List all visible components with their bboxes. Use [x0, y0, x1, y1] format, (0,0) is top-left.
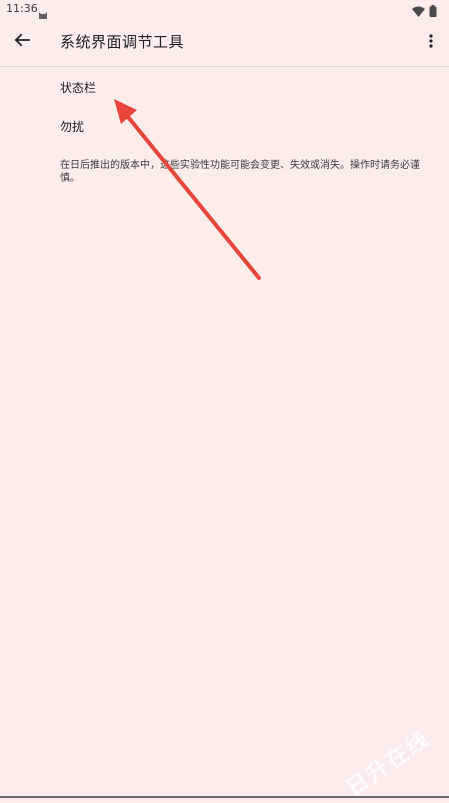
android-cat-icon — [38, 4, 48, 19]
list-item-label: 状态栏 — [60, 81, 97, 95]
list-item-label: 勿扰 — [60, 120, 85, 134]
more-vert-icon — [429, 33, 433, 52]
list-item-status-bar[interactable]: 状态栏 — [0, 68, 449, 106]
status-bar: 11:36 — [0, 0, 449, 19]
watermark-logo: 日升在线 — [341, 726, 435, 802]
app-bar: 系统界面调节工具 — [0, 18, 449, 66]
back-button[interactable] — [8, 28, 36, 56]
status-time: 11:36 — [6, 2, 38, 15]
app-bar-divider — [0, 66, 449, 67]
experimental-warning-note: 在日后推出的版本中，这些实验性功能可能会变更、失效或消失。操作时请务必谨慎。 — [60, 160, 420, 184]
page-title: 系统界面调节工具 — [60, 33, 185, 51]
list-item-do-not-disturb[interactable]: 勿扰 — [0, 107, 449, 145]
arrow-back-icon — [14, 32, 30, 52]
overflow-menu-button[interactable] — [419, 28, 443, 56]
